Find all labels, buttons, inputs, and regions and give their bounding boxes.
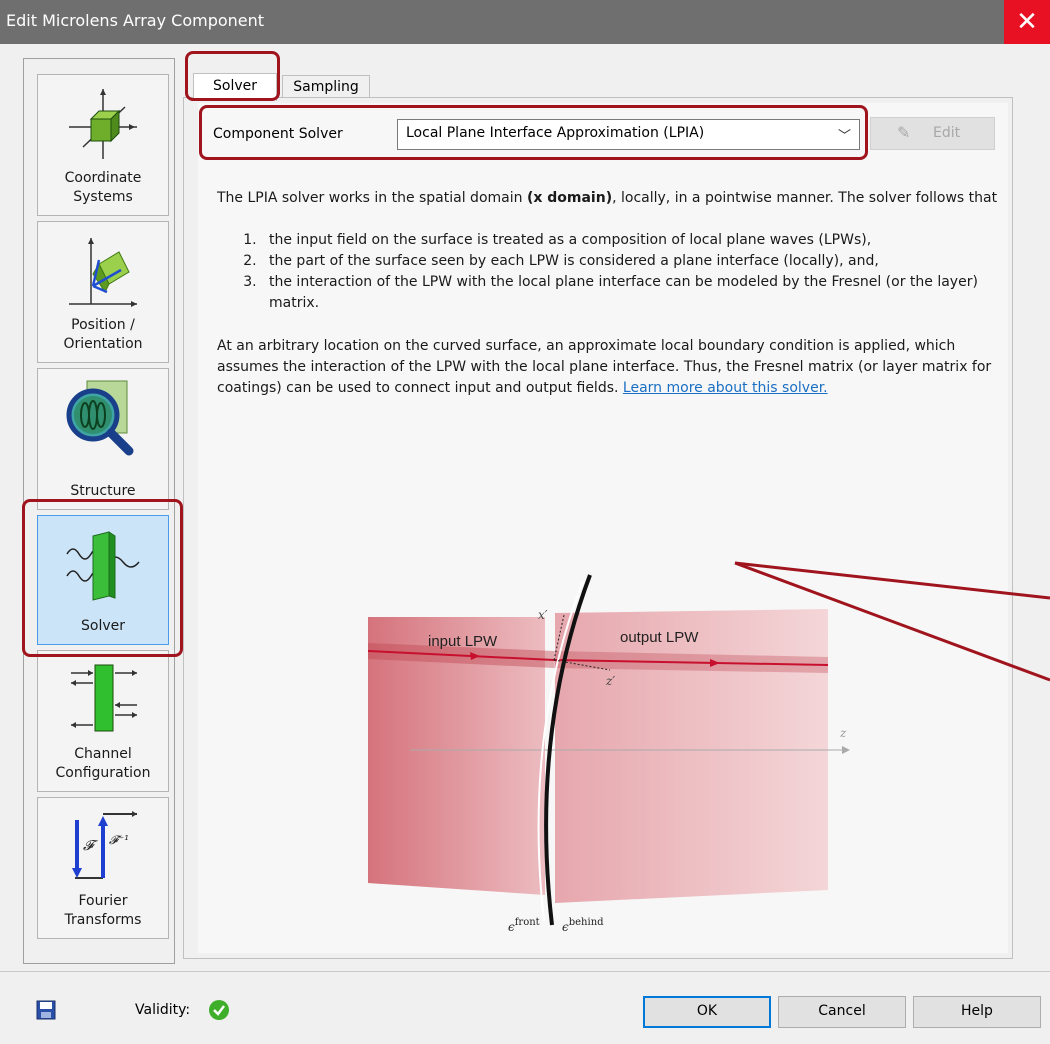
window-title: Edit Microlens Array Component <box>6 11 265 30</box>
component-solver-select[interactable]: Local Plane Interface Approximation (LPI… <box>397 119 860 150</box>
validity-check-icon <box>209 1000 229 1020</box>
pencil-icon: ✎ <box>897 123 911 142</box>
ok-button[interactable]: OK <box>643 996 771 1028</box>
solver-description: The LPIA solver works in the spatial dom… <box>217 188 1007 399</box>
sidebar-item-structure[interactable]: Structure <box>37 368 169 510</box>
z-prime-label: z′ <box>605 674 615 688</box>
chevron-down-icon: ﹀ <box>837 129 851 144</box>
channel-configuration-icon <box>71 664 137 732</box>
list-item: the part of the surface seen by each LPW… <box>261 251 1007 272</box>
coordinate-systems-icon <box>69 89 137 159</box>
position-orientation-icon <box>69 238 137 307</box>
help-button[interactable]: Help <box>913 996 1041 1028</box>
para2-text: At an arbitrary location on the curved s… <box>217 338 992 396</box>
eps-front-label: ϵfront <box>508 917 540 934</box>
sidebar-item-label: Structure <box>70 483 136 499</box>
learn-more-link[interactable]: Learn more about this solver. <box>623 380 828 396</box>
z-axis-label: z <box>839 726 847 740</box>
list-item: the interaction of the LPW with the loca… <box>261 272 1007 314</box>
lpia-diagram: input LPW output LPW x′ z′ z ϵfront ϵbeh… <box>367 574 850 934</box>
input-lpw-label: input LPW <box>428 633 498 650</box>
sidebar-item-fourier-transforms[interactable]: 𝓕 𝓕⁻¹ Fourier Transforms <box>37 797 169 939</box>
description-intro: The LPIA solver works in the spatial dom… <box>217 188 1007 209</box>
edit-button[interactable]: ✎ Edit <box>870 117 995 150</box>
validity-label: Validity: <box>135 1002 191 1018</box>
tab-solver[interactable]: Solver <box>193 73 277 101</box>
x-prime-label: x′ <box>538 608 548 622</box>
sidebar-item-label: Channel Configuration <box>55 746 151 781</box>
sidebar-item-solver[interactable]: Solver <box>37 515 169 645</box>
eps-behind-label: ϵbehind <box>562 917 604 934</box>
intro-bold: (x domain) <box>526 190 613 206</box>
component-solver-value: Local Plane Interface Approximation (LPI… <box>406 125 705 141</box>
list-item: the input field on the surface is treate… <box>261 230 1007 251</box>
footer-divider <box>0 971 1050 972</box>
structure-magnifier-icon <box>66 380 134 456</box>
sidebar-item-label: Coordinate Systems <box>64 170 142 205</box>
save-icon[interactable] <box>36 1000 56 1020</box>
tab-sampling[interactable]: Sampling <box>282 75 370 98</box>
edit-button-label: Edit <box>933 125 961 141</box>
sidebar-item-channel-configuration[interactable]: Channel Configuration <box>37 650 169 792</box>
sidebar-nav: Coordinate Systems Position / Orientatio… <box>23 58 175 964</box>
sidebar-item-label: Solver <box>81 618 125 634</box>
description-list: the input field on the surface is treate… <box>217 230 1007 314</box>
intro-text-cont: , locally, in a pointwise manner. The so… <box>612 190 998 206</box>
output-lpw-label: output LPW <box>620 629 699 646</box>
sidebar-item-coordinate-systems[interactable]: Coordinate Systems <box>37 74 169 216</box>
svg-text:𝓕⁻¹: 𝓕⁻¹ <box>109 833 129 847</box>
sidebar-item-label: Fourier Transforms <box>64 893 142 928</box>
fourier-transforms-icon: 𝓕 𝓕⁻¹ <box>72 811 137 879</box>
component-solver-label: Component Solver <box>213 126 343 142</box>
intro-text: The LPIA solver works in the spatial dom… <box>217 190 527 206</box>
close-button[interactable]: ✕ <box>1004 0 1050 44</box>
description-para2: At an arbitrary location on the curved s… <box>217 336 1007 399</box>
title-bar: Edit Microlens Array Component ✕ <box>0 0 1050 44</box>
sidebar-item-label: Position / Orientation <box>63 317 143 352</box>
solver-icon <box>66 531 140 601</box>
close-icon: ✕ <box>1016 7 1038 37</box>
cancel-button[interactable]: Cancel <box>778 996 906 1028</box>
svg-text:𝓕: 𝓕 <box>83 838 98 854</box>
sidebar-item-position-orientation[interactable]: Position / Orientation <box>37 221 169 363</box>
